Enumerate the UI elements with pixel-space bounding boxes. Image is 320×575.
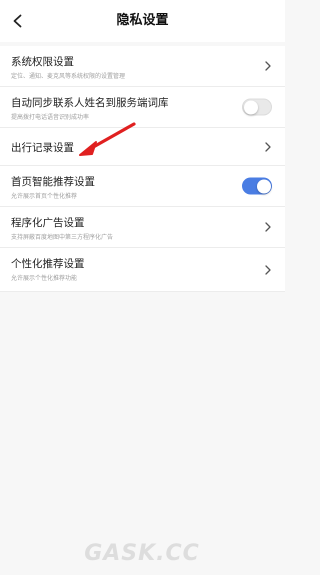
home-recommend-toggle[interactable] [242, 177, 272, 195]
settings-row-home-recommend: 首页智能推荐设置 允许展示首页个性化推荐 [0, 166, 285, 207]
settings-row-system-permissions[interactable]: 系统权限设置 定位、通知、麦克风等系统权限的设置管理 [0, 46, 285, 87]
row-title: 自动同步联系人姓名到服务端词库 [11, 97, 169, 109]
settings-list: 系统权限设置 定位、通知、麦克风等系统权限的设置管理 自动同步联系人姓名到服务端… [0, 46, 285, 292]
row-title: 程序化广告设置 [11, 217, 85, 229]
chevron-right-icon [265, 141, 271, 152]
row-title: 个性化推荐设置 [11, 258, 85, 270]
row-title: 首页智能推荐设置 [11, 176, 95, 188]
page-title: 隐私设置 [116, 13, 169, 28]
settings-row-trip-records[interactable]: 出行记录设置 [0, 128, 285, 166]
nav-bar: 隐私设置 [0, 0, 285, 42]
row-subtitle: 提高拨打电话语音识别成功率 [11, 114, 90, 121]
row-subtitle: 支持屏蔽百度地图中第三方程序化广告 [11, 234, 114, 241]
settings-row-programmatic-ads[interactable]: 程序化广告设置 支持屏蔽百度地图中第三方程序化广告 [0, 207, 285, 248]
chevron-right-icon [265, 61, 271, 71]
row-subtitle: 允许展示个性化推荐功能 [11, 275, 78, 282]
row-subtitle: 定位、通知、麦克风等系统权限的设置管理 [11, 73, 126, 80]
row-title: 系统权限设置 [11, 56, 74, 68]
toggle-knob [256, 179, 271, 193]
chevron-right-icon [265, 264, 271, 275]
row-title: 出行记录设置 [11, 142, 74, 154]
contact-sync-toggle[interactable] [242, 98, 272, 116]
settings-row-personalized-recommend[interactable]: 个性化推荐设置 允许展示个性化推荐功能 [0, 248, 285, 292]
toggle-knob [244, 100, 258, 114]
chevron-right-icon [265, 222, 271, 232]
settings-row-contact-sync: 自动同步联系人姓名到服务端词库 提高拨打电话语音识别成功率 [0, 87, 285, 128]
watermark: GASK.CC [84, 541, 200, 566]
row-subtitle: 允许展示首页个性化推荐 [11, 193, 78, 200]
